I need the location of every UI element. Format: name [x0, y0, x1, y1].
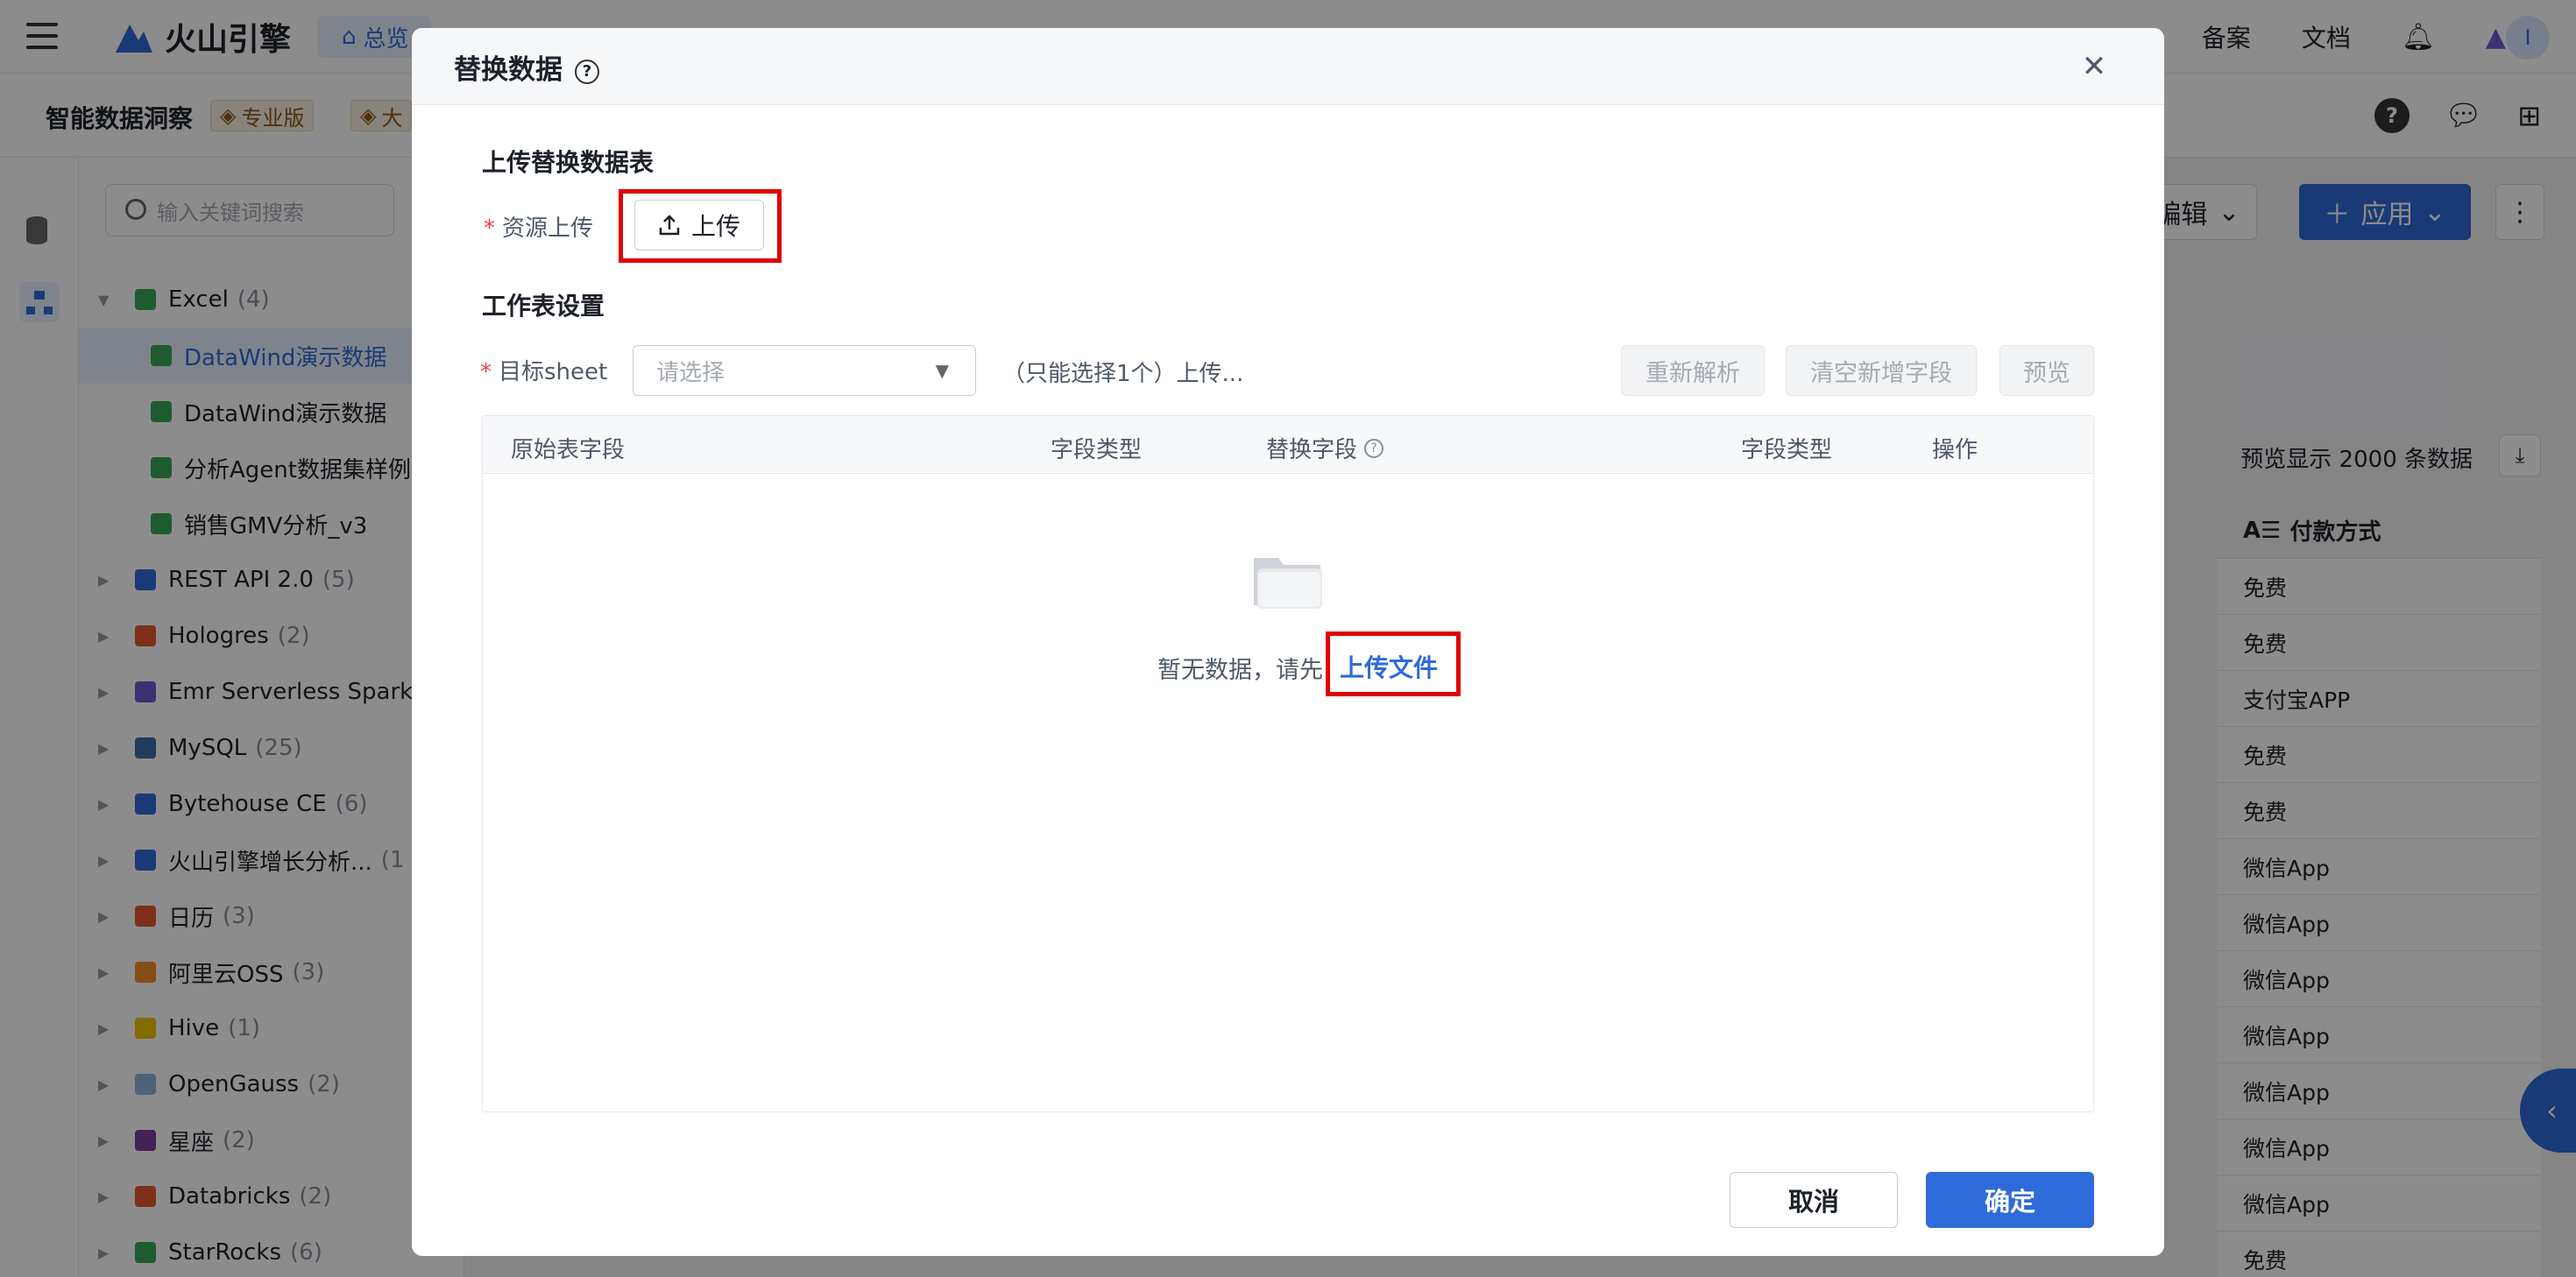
- upload-section-title: 上传替换数据表: [482, 148, 655, 177]
- confirm-button[interactable]: 确定: [1926, 1172, 2094, 1228]
- highlight-box-upload: [619, 189, 782, 263]
- target-sheet-label: * 目标sheet: [480, 359, 608, 385]
- close-icon[interactable]: ✕: [2077, 49, 2112, 84]
- upload-label: * 资源上传: [484, 215, 594, 242]
- dialog-header: 替换数据? ✕: [412, 28, 2164, 105]
- target-sheet-select[interactable]: 请选择 ▼: [633, 345, 976, 396]
- preview-button[interactable]: 预览: [1999, 345, 2094, 396]
- col-replace-field: 替换字段?: [1266, 432, 1384, 464]
- col-field-type-2: 字段类型: [1741, 437, 1833, 463]
- dialog-title: 替换数据?: [454, 47, 599, 87]
- empty-folder-icon: [1254, 558, 1322, 609]
- question-circle-icon[interactable]: ?: [1364, 438, 1384, 458]
- col-action: 操作: [1932, 437, 1978, 463]
- cancel-button[interactable]: 取消: [1730, 1172, 1898, 1228]
- sheet-section-title: 工作表设置: [482, 292, 605, 321]
- clear-fields-button[interactable]: 清空新增字段: [1786, 345, 1977, 396]
- caret-down-icon: ▼: [935, 360, 949, 381]
- replace-data-dialog: 替换数据? ✕ 上传替换数据表 * 资源上传 上传 工作表设置 * 目标sheet …: [412, 28, 2164, 1256]
- mapping-table-header: 原始表字段 字段类型 替换字段? 字段类型 操作: [483, 416, 2093, 474]
- sheet-hint: （只能选择1个）上传...: [1002, 361, 1244, 387]
- col-field-type: 字段类型: [1051, 437, 1143, 463]
- question-circle-icon[interactable]: ?: [575, 59, 599, 84]
- col-original-field: 原始表字段: [511, 437, 626, 463]
- empty-state-text: 暂无数据，请先: [1157, 657, 1323, 684]
- highlight-box-upload-link: [1326, 631, 1461, 696]
- field-mapping-table: 原始表字段 字段类型 替换字段? 字段类型 操作 暂无数据，请先 上传文件: [482, 415, 2094, 1112]
- reparse-button[interactable]: 重新解析: [1621, 345, 1765, 396]
